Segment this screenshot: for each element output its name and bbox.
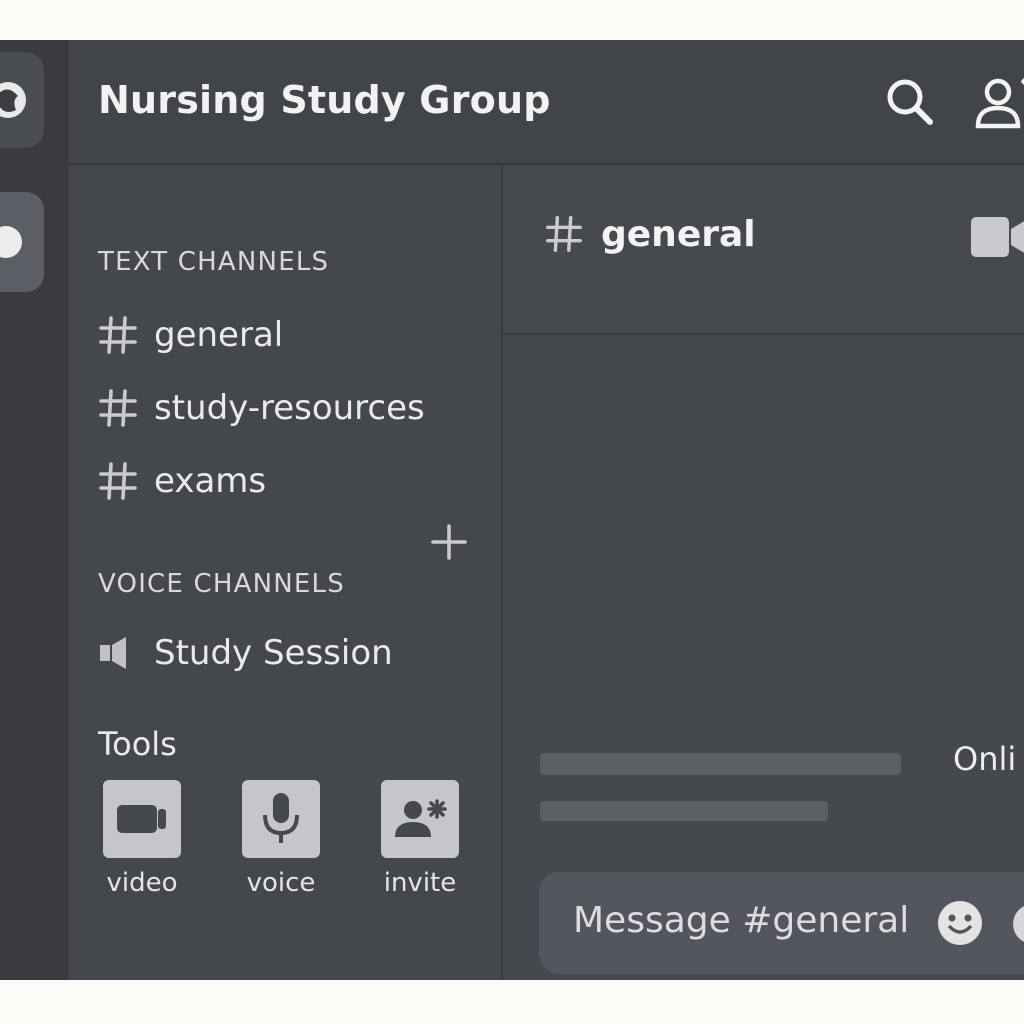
voice-tile [242, 780, 320, 858]
server-title: Nursing Study Group [98, 78, 551, 122]
channel-exams[interactable]: exams [96, 457, 266, 505]
voice-channels-header[interactable]: VOICE CHANNELS [98, 569, 345, 599]
channel-label: Study Session [154, 633, 393, 673]
hash-icon [99, 462, 137, 500]
video-tile [103, 780, 181, 858]
online-status-label: Onli [953, 740, 1017, 778]
hash-icon [99, 389, 137, 427]
channel-label: exams [154, 461, 267, 501]
video-camera-icon [117, 805, 166, 833]
channel-header: general [503, 165, 1024, 335]
add-user-icon [395, 799, 447, 837]
tool-label: video [106, 868, 178, 898]
invite-tile [381, 780, 459, 858]
channel-general[interactable]: general [96, 311, 283, 359]
tool-label: voice [246, 868, 316, 898]
speaker-icon [100, 637, 126, 669]
chat-area: general Onli [503, 165, 1024, 980]
invite-tool-button[interactable]: invite [375, 780, 465, 898]
video-call-icon[interactable] [971, 215, 1024, 259]
message-composer [539, 872, 1024, 974]
emoji-icon[interactable] [935, 898, 985, 948]
channel-study-resources[interactable]: study-resources [96, 384, 425, 432]
search-icon[interactable] [884, 76, 936, 128]
message-placeholder-line [540, 801, 828, 821]
server-icon-active[interactable] [0, 52, 44, 148]
tools-header: Tools [98, 725, 177, 763]
server-header: Nursing Study Group [68, 40, 1024, 165]
voice-channel-study-session[interactable]: Study Session [96, 629, 393, 677]
channel-label: study-resources [154, 388, 425, 428]
message-input[interactable] [573, 900, 913, 941]
app-window: Nursing Study Group TEXT CHANNELS genera… [0, 40, 1024, 980]
chat-bubble-icon [0, 226, 22, 258]
channel-title: general [543, 213, 756, 255]
text-channels-header[interactable]: TEXT CHANNELS [98, 247, 329, 277]
channel-label: general [154, 315, 284, 355]
message-placeholder-line [540, 753, 901, 775]
tool-label: invite [383, 868, 457, 898]
channel-title-label: general [601, 213, 756, 255]
hash-icon [99, 316, 137, 354]
members-icon[interactable] [974, 76, 1024, 132]
server-rail [0, 40, 68, 980]
microphone-icon [263, 793, 299, 843]
hash-icon [546, 216, 582, 252]
server-logo-icon [0, 82, 26, 118]
attachment-icon[interactable] [1011, 902, 1024, 946]
server-icon[interactable] [0, 192, 44, 292]
voice-tool-button[interactable]: voice [236, 780, 326, 898]
channel-sidebar: TEXT CHANNELS general study-resources ex… [68, 165, 503, 980]
video-tool-button[interactable]: video [97, 780, 187, 898]
add-channel-icon[interactable] [430, 523, 468, 561]
